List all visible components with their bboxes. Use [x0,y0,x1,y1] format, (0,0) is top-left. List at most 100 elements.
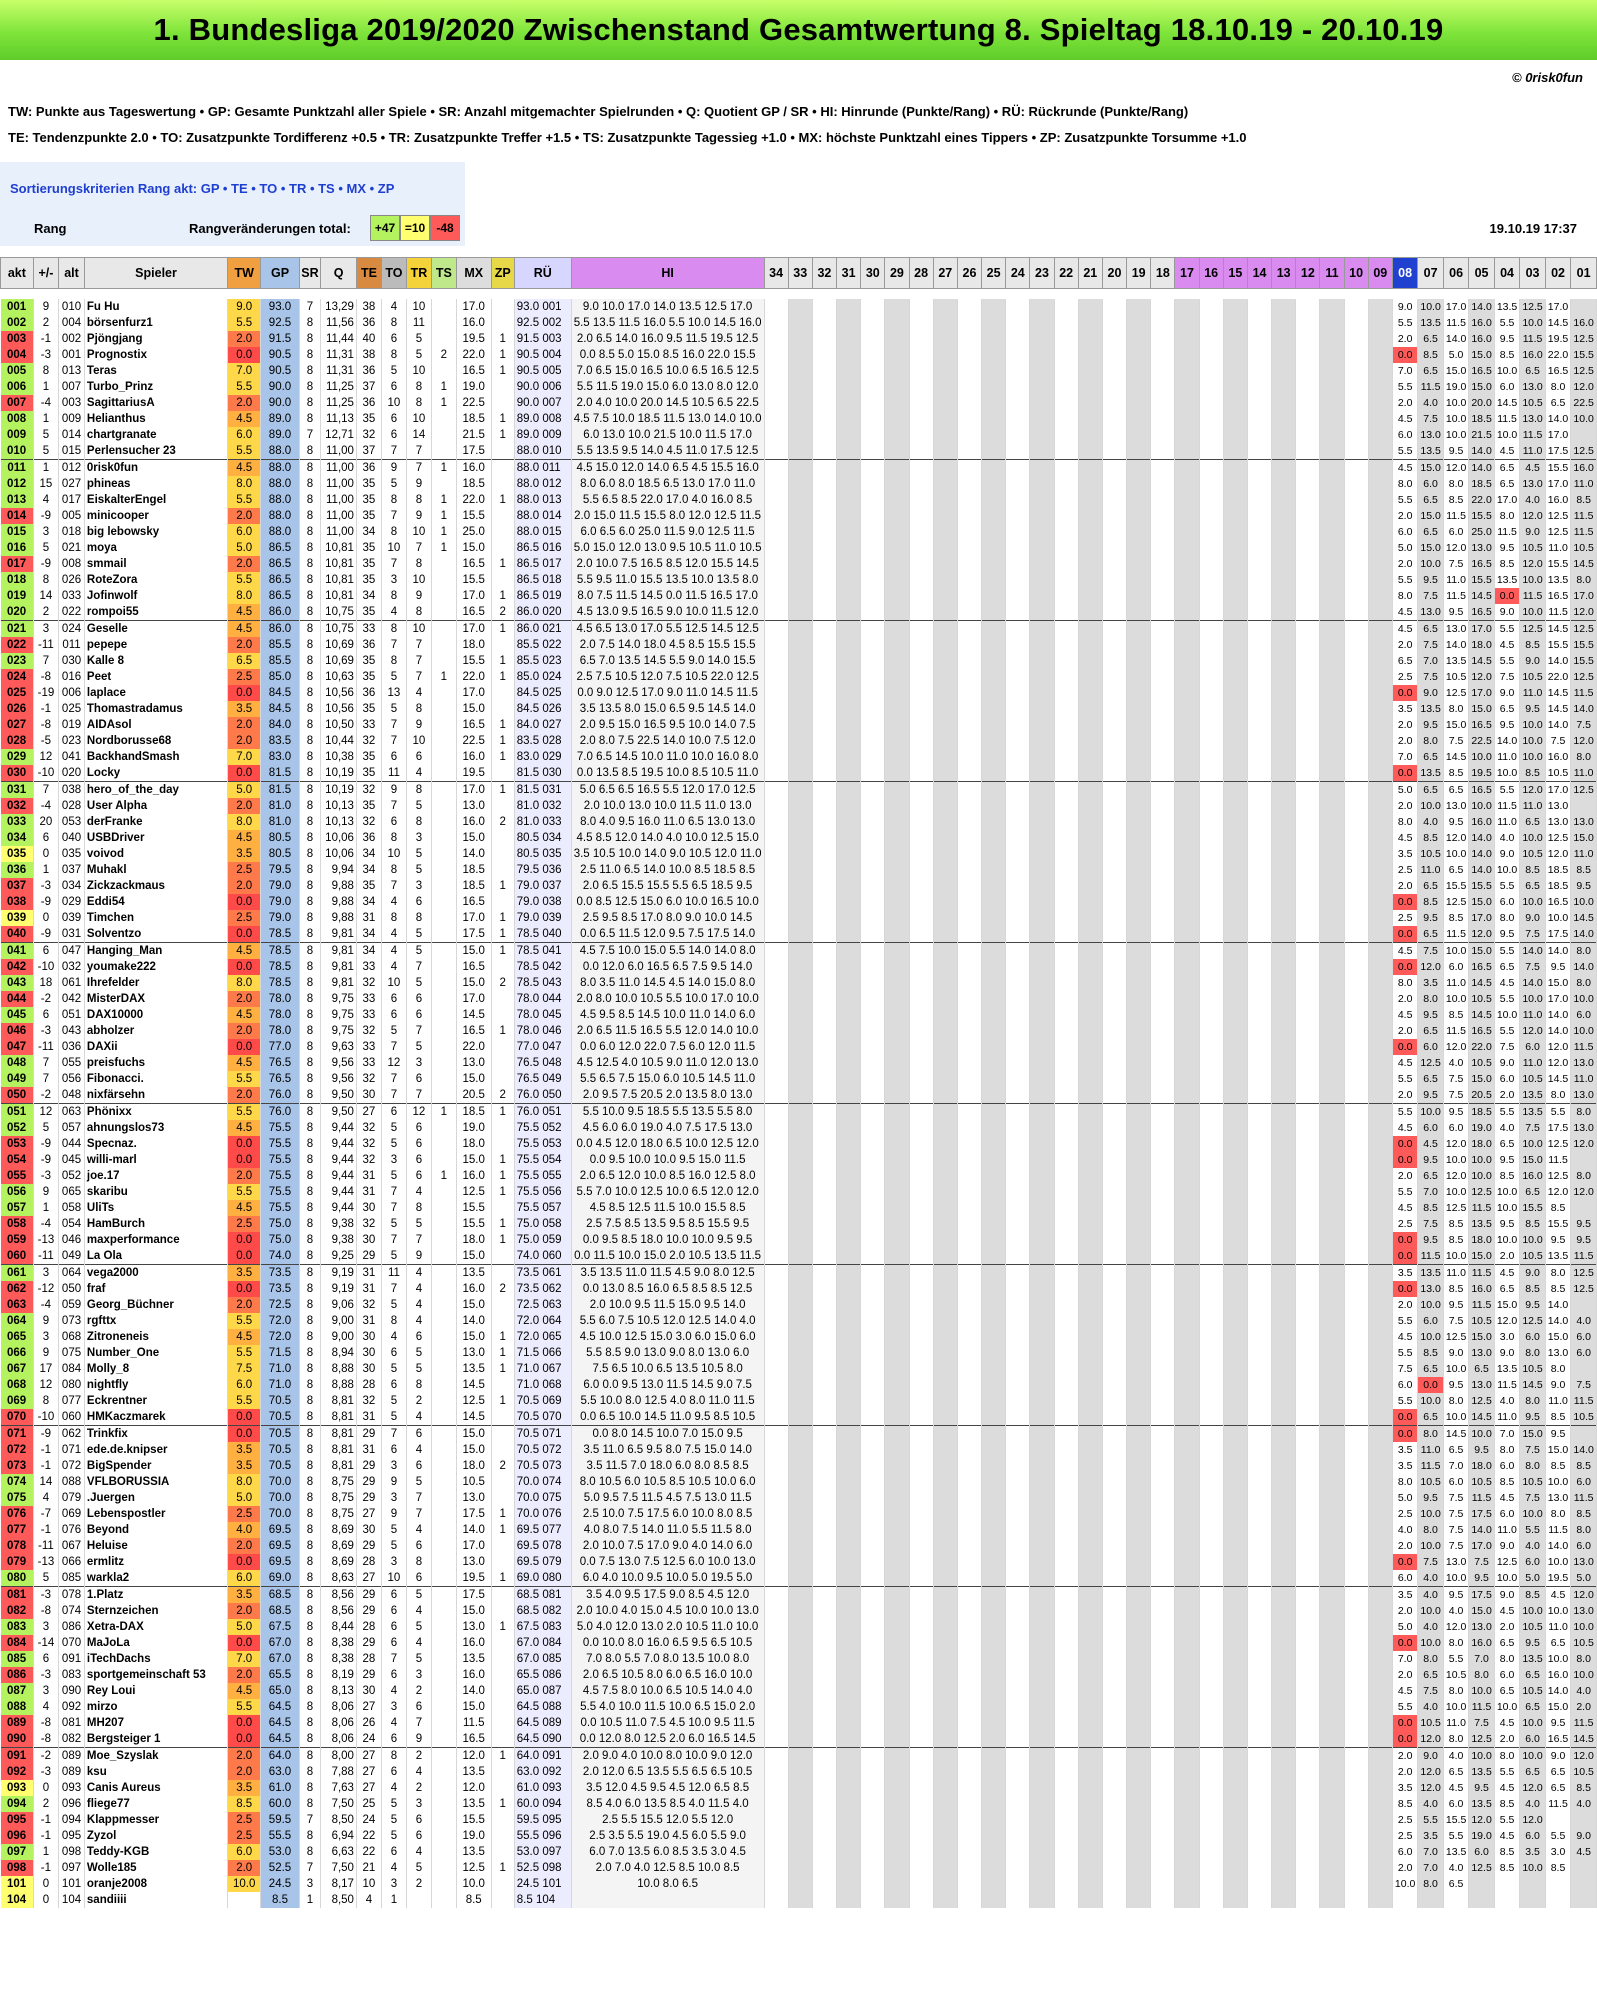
cell-sr: 8 [299,1313,322,1329]
cell-xxx: -9 [33,1425,60,1442]
round-cell: 20.5 [1468,1087,1495,1104]
round-cell [1005,991,1031,1007]
round-cell [909,1764,934,1780]
round-cell [1150,588,1176,604]
cell-alt: 080 [58,1377,85,1393]
round-cell [860,1522,886,1538]
round-cell [788,878,813,894]
cell-spieler: BigSpender [84,1458,229,1474]
round-cell [1199,910,1224,926]
cell-akt: 010 [0,443,34,460]
round-cell: 8.0 [1545,1506,1572,1522]
cell-hi: 6.0 13.0 10.0 21.5 10.0 11.5 17.0 [571,427,765,443]
round-cell: 4.0 [1494,830,1521,846]
round-cell: 6.0 [1392,1570,1419,1587]
cell-sr: 8 [299,1345,322,1361]
cell-alt: 025 [58,701,85,717]
round-cell: 25.0 [1468,524,1495,540]
round-cell [1078,1393,1103,1409]
cell-te: 35 [356,765,382,782]
round-cell: 13.5 [1417,443,1444,460]
round-cell [1247,1796,1273,1812]
round-cell [1029,459,1055,476]
round-cell [1319,443,1345,460]
cell-te: 32 [356,814,382,830]
cell-ts [431,1442,457,1458]
cell-ts [431,604,457,621]
round-cell [1247,1764,1273,1780]
cell-xxx: -2 [33,1747,60,1764]
table-row: 055 -3 052 joe.17 2.0 75.5 8 9,44 31 5 6 1 16.0 1 75.5… [0,1168,1597,1184]
cell-sr: 8 [299,878,322,894]
round-cell [1102,395,1128,411]
round-cell: 20.0 [1468,395,1495,411]
round-cell [1126,894,1152,910]
round-cell [812,508,838,524]
round-cell: 2.0 [1392,1297,1419,1313]
round-cell [1368,1136,1393,1152]
cell-ts: 1 [431,492,457,508]
round-cell [812,1055,838,1071]
round-cell [1102,830,1128,846]
cell-xxx: 1 [33,862,60,878]
round-cell [1005,363,1031,379]
round-cell: 6.0 [1443,1474,1470,1490]
round-cell: 13.0 [1545,814,1572,830]
round-cell: 10.5 [1545,765,1572,782]
cell-gp: 72.0 [260,1329,300,1345]
round-cell [1223,1619,1248,1635]
round-cell [1319,1570,1345,1587]
round-cell: 5.5 [1494,1023,1521,1039]
cell-hi: 8.0 7.5 11.5 14.5 0.0 11.5 16.5 17.0 [571,588,765,604]
round-cell: 16.0 [1545,1667,1572,1683]
round-cell: 10.0 [1417,1393,1444,1409]
round-cell [1199,604,1224,621]
cell-mx: 15.0 [456,701,492,717]
cell-te: 35 [356,701,382,717]
round-cell [981,620,1007,637]
round-cell [812,942,838,959]
round-cell [1005,1409,1031,1426]
rank-change-up: +47 [370,215,400,241]
round-cell [1054,1281,1079,1297]
round-cell [860,1474,886,1490]
round-cell [1102,1264,1128,1281]
cell-mx: 14.0 [456,1522,492,1538]
round-cell [1126,476,1152,492]
cell-hi: 8.0 6.0 8.0 18.5 6.5 13.0 17.0 11.0 [571,476,765,492]
cell-tw: 3.5 [227,1780,262,1796]
round-cell [933,1103,958,1120]
round-cell: 0.0 [1392,1554,1419,1570]
round-cell [1150,315,1176,331]
cell-spieler: voivod [84,846,229,862]
round-cell [909,1458,934,1474]
round-cell [788,1232,813,1248]
cell-xxx: 6 [33,830,60,846]
round-cell [1570,1200,1597,1216]
round-cell [1344,1152,1369,1168]
round-cell: 2.0 [1392,991,1419,1007]
round-cell: 19.0 [1468,1828,1495,1844]
round-cell [1078,476,1103,492]
round-cell [1271,1538,1297,1554]
round-cell [836,1651,862,1667]
round-cell: 8.0 [1443,1683,1470,1699]
cell-spieler: DAXii [84,1039,229,1055]
round-cell [884,1184,910,1200]
round-cell [1368,331,1393,347]
cell-spieler: La Ola [84,1248,229,1265]
round-cell [1150,862,1176,878]
round-cell: 6.5 [1417,1361,1444,1377]
round-cell [836,1007,862,1023]
cell-tr: 2 [406,1780,432,1796]
round-cell: 7.5 [1519,926,1546,943]
round-cell [1319,1297,1345,1313]
round-cell [981,975,1007,991]
cell-spieler: Canis Aureus [84,1780,229,1796]
round-cell [788,1490,813,1506]
round-cell [933,1071,958,1087]
round-cell [860,1232,886,1248]
cell-rx: 75.5 053 [514,1136,572,1152]
round-cell [1223,798,1248,814]
round-cell [1005,959,1031,975]
